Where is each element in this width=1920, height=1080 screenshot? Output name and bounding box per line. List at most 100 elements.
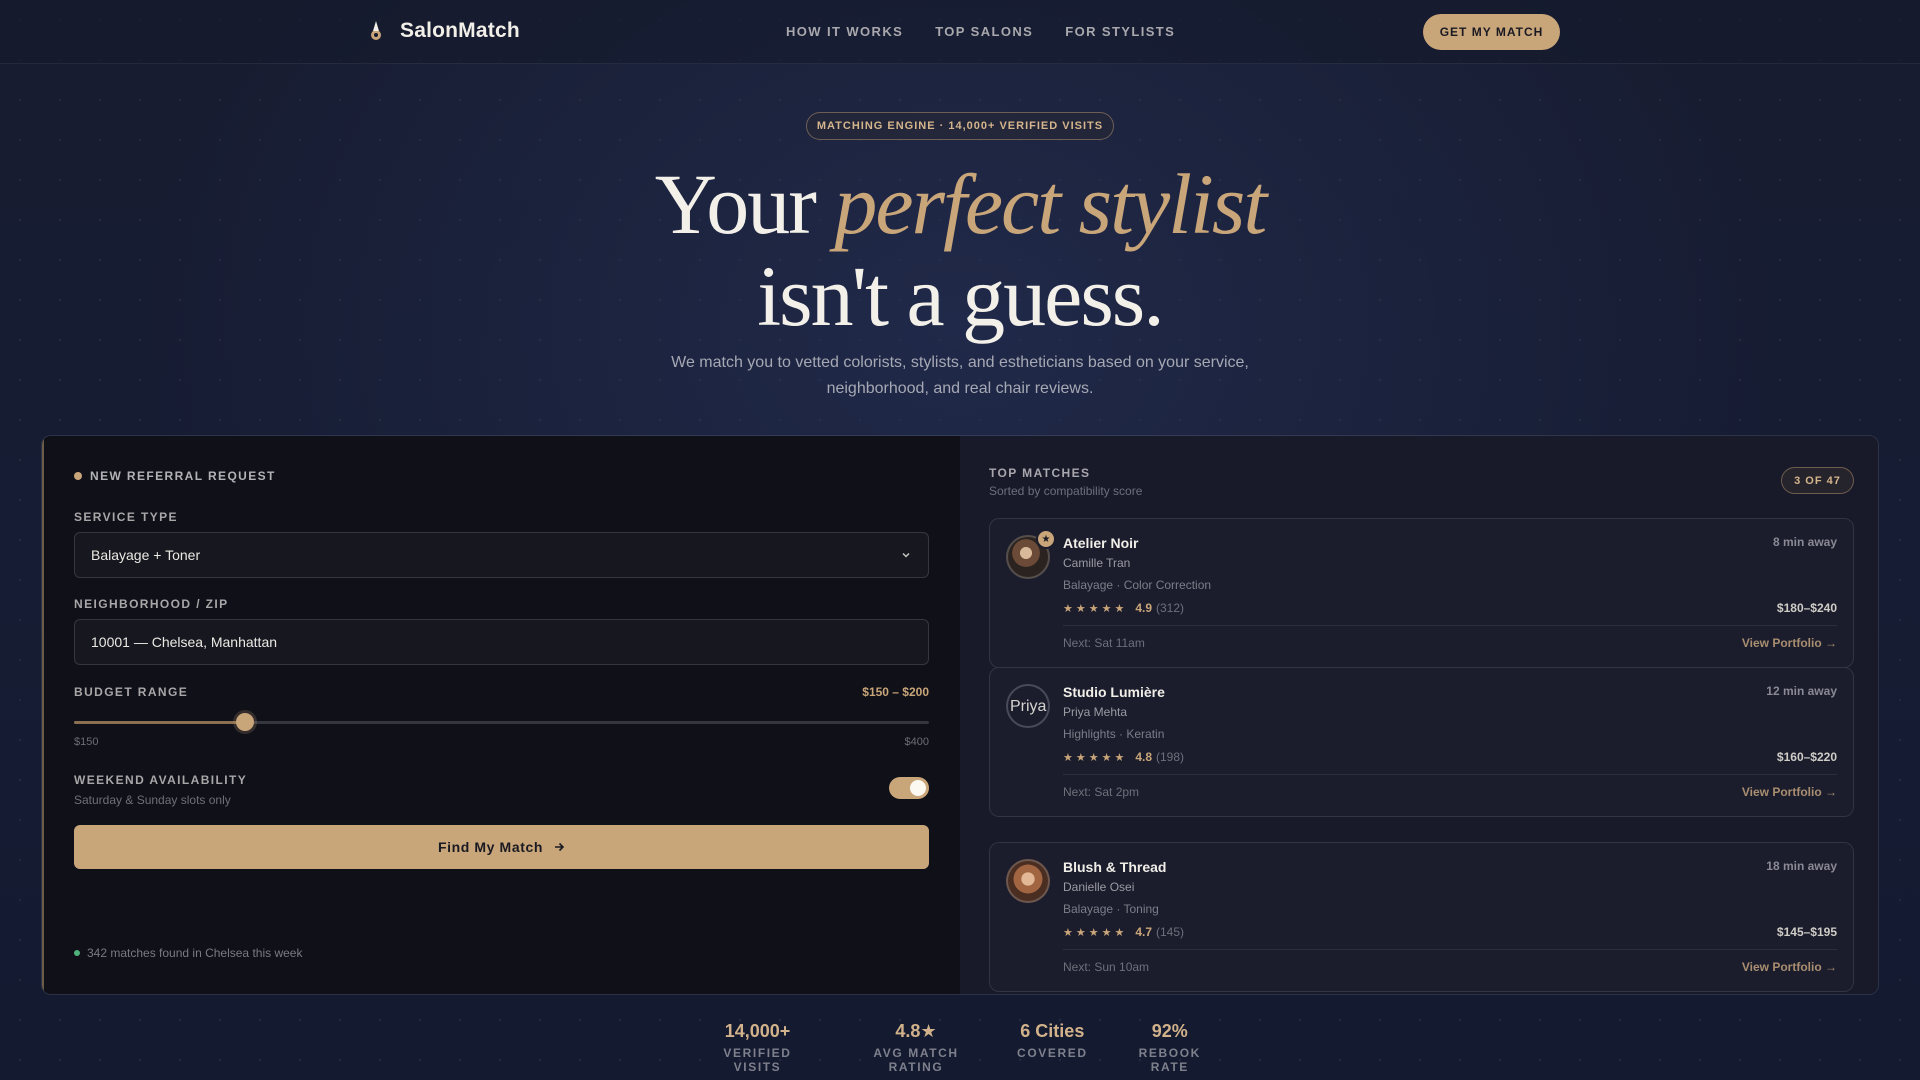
top-matches: TOP MATCHES Sorted by compatibility scor… — [960, 436, 1878, 994]
star-rating-icon: ★★★★★ — [1063, 926, 1128, 939]
top-nav: SalonMatch HOW IT WORKS TOP SALONS FOR S… — [0, 0, 1920, 64]
avatar: Priya — [1006, 684, 1050, 728]
budget-label: BUDGET RANGE — [74, 685, 189, 699]
stats-bar: 14,000+ VERIFIED VISITS 4.8★ AVG MATCH R… — [700, 1021, 1220, 1074]
review-count: (312) — [1156, 601, 1185, 615]
divider — [1063, 949, 1837, 950]
salon-name: Blush & Thread — [1063, 859, 1167, 875]
status-dot-icon — [74, 472, 82, 480]
rating: ★★★★★ 4.7 (145) — [1063, 925, 1184, 939]
weekend-label: WEEKEND AVAILABILITY — [74, 773, 248, 787]
brand-name: SalonMatch — [400, 19, 520, 42]
rating: ★★★★★ 4.8 (198) — [1063, 750, 1184, 764]
stat-label: VERIFIED VISITS — [723, 1046, 792, 1074]
match-card-blush-and-thread[interactable]: Blush & Thread Danielle Osei Balayage · … — [989, 842, 1854, 992]
stylist-name: Camille Tran — [1063, 556, 1131, 570]
stat-rebook-rate: 92% REBOOK RATE — [1120, 1021, 1220, 1074]
stat-value: 14,000+ — [724, 1021, 791, 1041]
weekend-toggle[interactable] — [889, 777, 929, 799]
star-rating-icon: ★★★★★ — [1063, 602, 1128, 615]
budget-slider-handle[interactable] — [236, 713, 254, 731]
stat-value: 4.8★ — [895, 1021, 937, 1041]
rating-value: 4.7 — [1135, 925, 1152, 939]
divider — [1063, 625, 1837, 626]
online-dot-icon — [74, 950, 80, 956]
form-heading-label: NEW REFERRAL REQUEST — [90, 469, 276, 483]
chevron-down-icon — [902, 552, 910, 558]
hero-subtitle: We match you to vetted colorists, stylis… — [671, 354, 1249, 397]
distance: 12 min away — [1766, 684, 1837, 698]
match-panel: NEW REFERRAL REQUEST SERVICE TYPE Balaya… — [41, 435, 1879, 995]
match-card-atelier-noir[interactable]: ★ Atelier Noir Camille Tran Balayage · C… — [989, 518, 1854, 668]
price-range: $180–$240 — [1776, 601, 1837, 615]
referral-form: NEW REFERRAL REQUEST SERVICE TYPE Balaya… — [42, 436, 960, 994]
next-availability: Next: Sat 11am — [1063, 636, 1145, 650]
avatar-alt-text: Priya — [1010, 698, 1047, 715]
service-tags: Balayage · Color Correction — [1063, 578, 1212, 592]
hero-title-start: Your — [654, 156, 835, 252]
rating-value: 4.8 — [1135, 750, 1152, 764]
nav-link-top-salons[interactable]: TOP SALONS — [935, 24, 1033, 39]
match-card-studio-lumiere[interactable]: Priya Studio Lumière Priya Mehta Highlig… — [989, 667, 1854, 817]
scissors-logo-icon — [371, 21, 381, 40]
nav-links: HOW IT WORKS TOP SALONS FOR STYLISTS — [786, 24, 1175, 39]
distance: 18 min away — [1766, 859, 1837, 873]
stylist-name: Danielle Osei — [1063, 880, 1135, 894]
stat-value: 92% — [1151, 1021, 1188, 1041]
hero-title-accent: perfect stylist — [834, 156, 1267, 252]
salon-name: Atelier Noir — [1063, 535, 1139, 551]
find-my-match-label: Find My Match — [437, 839, 544, 855]
stat-cities-covered: 6 Cities COVERED — [1017, 1021, 1088, 1074]
divider — [1063, 774, 1837, 775]
review-count: (198) — [1156, 750, 1185, 764]
review-count: (145) — [1156, 925, 1185, 939]
rating-value: 4.9 — [1135, 601, 1152, 615]
hero-pill-badge: MATCHING ENGINE · 14,000+ VERIFIED VISIT… — [806, 112, 1114, 140]
find-my-match-button[interactable]: Find My Match — [74, 825, 929, 869]
view-portfolio-link[interactable]: View Portfolio → — [1742, 636, 1837, 650]
nav-link-how-it-works[interactable]: HOW IT WORKS — [786, 24, 903, 39]
price-range: $160–$220 — [1776, 750, 1837, 764]
stat-avg-match-rating: 4.8★ AVG MATCH RATING — [847, 1021, 985, 1074]
brand[interactable]: SalonMatch — [364, 18, 520, 44]
zip-label: NEIGHBORHOOD / ZIP — [74, 597, 229, 611]
stat-label: COVERED — [1017, 1046, 1088, 1060]
get-my-match-button[interactable]: GET MY MATCH — [1423, 14, 1560, 50]
service-type-value: Balayage + Toner — [91, 547, 201, 563]
view-portfolio-link[interactable]: View Portfolio → — [1742, 960, 1837, 974]
stat-label: AVG MATCH RATING — [873, 1046, 959, 1074]
service-tags: Balayage · Toning — [1063, 902, 1159, 916]
rating: ★★★★★ 4.9 (312) — [1063, 601, 1184, 615]
weekend-sublabel: Saturday & Sunday slots only — [74, 793, 231, 807]
salon-name: Studio Lumière — [1063, 684, 1165, 700]
matches-footnote: 342 matches found in Chelsea this week — [74, 946, 302, 960]
stat-value: 6 Cities — [1020, 1021, 1085, 1041]
star-rating-icon: ★★★★★ — [1063, 751, 1128, 764]
form-heading: NEW REFERRAL REQUEST — [74, 469, 276, 483]
price-range: $145–$195 — [1776, 925, 1837, 939]
avatar — [1006, 859, 1050, 903]
service-tags: Highlights · Keratin — [1063, 727, 1165, 741]
next-availability: Next: Sun 10am — [1063, 960, 1150, 974]
service-type-label: SERVICE TYPE — [74, 510, 178, 524]
budget-slider[interactable] — [74, 713, 929, 731]
nav-link-for-stylists[interactable]: FOR STYLISTS — [1065, 24, 1175, 39]
zip-value: 10001 — Chelsea, Manhattan — [91, 634, 278, 650]
toggle-knob — [910, 780, 926, 796]
budget-min-label: $150 — [74, 736, 99, 748]
arrow-right-icon — [555, 842, 565, 852]
match-count-badge: 3 OF 47 — [1781, 467, 1854, 494]
stat-verified-visits: 14,000+ VERIFIED VISITS — [700, 1021, 815, 1074]
zip-input[interactable]: 10001 — Chelsea, Manhattan — [74, 619, 929, 665]
stylist-name: Priya Mehta — [1063, 705, 1128, 719]
matches-footnote-text: 342 matches found in Chelsea this week — [87, 946, 303, 960]
budget-slider-fill — [74, 721, 245, 724]
top-matches-subtitle: Sorted by compatibility score — [989, 484, 1143, 498]
budget-value: $150 – $200 — [862, 685, 929, 699]
next-availability: Next: Sat 2pm — [1063, 785, 1140, 799]
service-type-select[interactable]: Balayage + Toner — [74, 532, 929, 578]
distance: 8 min away — [1772, 535, 1837, 549]
hero-title: Your perfect stylist isn't a guess. — [0, 158, 1920, 342]
featured-star-icon: ★ — [1036, 529, 1056, 549]
view-portfolio-link[interactable]: View Portfolio → — [1742, 785, 1837, 799]
